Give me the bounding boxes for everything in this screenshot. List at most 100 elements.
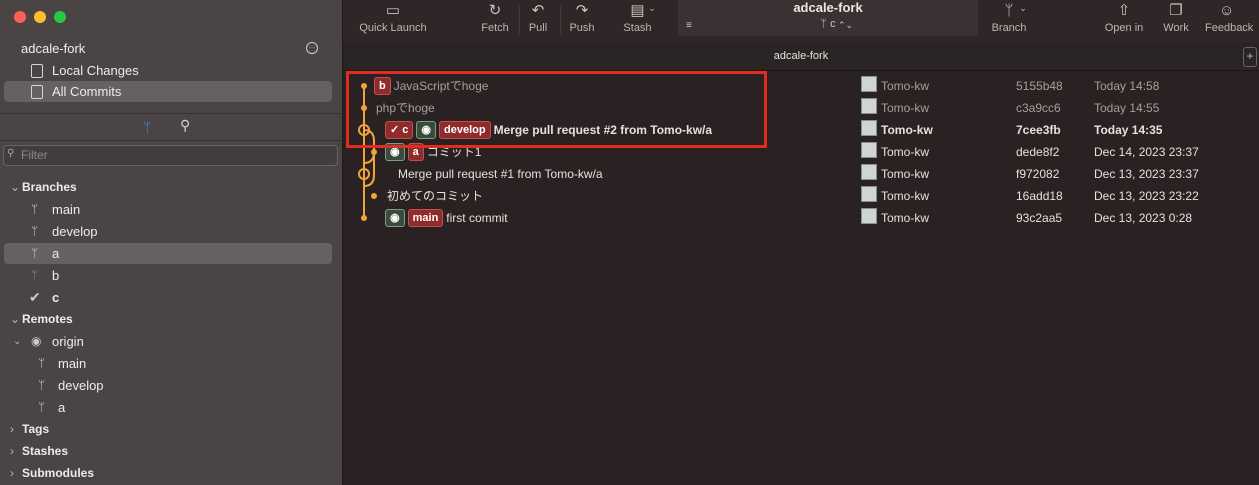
- commit-row[interactable]: ◉ main first commit Tomo-kw 93c2aa5 Dec 13…: [343, 207, 1259, 229]
- fetch-icon: ↻: [488, 2, 502, 19]
- document-icon: [31, 64, 43, 78]
- commit-author: Tomo-kw: [881, 189, 930, 203]
- branch-develop[interactable]: ᛘ develop: [4, 221, 332, 242]
- filter-input[interactable]: ⚲ Filter: [3, 145, 338, 166]
- section-submodules[interactable]: › Submodules: [10, 466, 94, 480]
- quick-launch-button[interactable]: ▭ Quick Launch: [357, 0, 429, 34]
- toolbar-label: Open in: [1104, 22, 1144, 34]
- section-label: Remotes: [22, 312, 73, 326]
- branch-a[interactable]: ᛘa: [4, 243, 332, 264]
- branch-main[interactable]: ᛘ main: [4, 199, 332, 220]
- branch-icon: ᛘ: [38, 400, 46, 414]
- branch-label: a: [58, 400, 66, 415]
- repo-name: adcale-fork: [21, 41, 86, 56]
- nav-local-changes[interactable]: Local Changes: [4, 60, 332, 81]
- feedback-button[interactable]: ☺ Feedback: [1205, 0, 1259, 34]
- ellipsis-icon[interactable]: ···: [306, 42, 318, 54]
- commit-sha: f972082: [1016, 167, 1060, 181]
- stack-icon: [31, 85, 43, 99]
- branch-c[interactable]: ✔ c: [4, 287, 332, 308]
- commit-sha: dede8f2: [1016, 145, 1060, 159]
- section-label: Tags: [22, 422, 50, 436]
- folder-icon: ▭: [385, 2, 401, 19]
- branch-label: develop: [52, 224, 98, 239]
- branch-label: main: [52, 202, 81, 217]
- minimize-window-button[interactable]: [34, 11, 46, 23]
- chevron-down-icon: ⌄: [648, 3, 656, 13]
- work-button[interactable]: ❐ Work: [1159, 0, 1193, 34]
- github-icon: ◉: [385, 209, 405, 227]
- branch-label: main: [58, 356, 87, 371]
- branch-menu-button[interactable]: ⌄: [1017, 2, 1029, 14]
- nav-label: Local Changes: [52, 63, 139, 78]
- avatar: [861, 186, 877, 202]
- repository-title-box[interactable]: ≡ adcale-fork ᛘ c ⌃⌄: [678, 0, 978, 36]
- stash-menu-button[interactable]: ⌄: [646, 2, 658, 14]
- chevron-right-icon: ›: [10, 422, 14, 436]
- commit-row[interactable]: 初めてのコミット Tomo-kw 16add18 Dec 13, 2023 23…: [343, 185, 1259, 207]
- commit-message: 初めてのコミット: [387, 189, 484, 203]
- filter-placeholder: Filter: [21, 148, 48, 162]
- commit-author: Tomo-kw: [881, 79, 930, 93]
- commit-row[interactable]: Merge pull request #1 from Tomo-kw/a Tom…: [343, 163, 1259, 185]
- commit-author: Tomo-kw: [881, 123, 933, 137]
- avatar: [861, 208, 877, 224]
- tab-repo[interactable]: adcale-fork: [343, 50, 1259, 62]
- commit-author: Tomo-kw: [881, 145, 930, 159]
- section-remotes[interactable]: ⌄ Remotes: [10, 312, 73, 326]
- pull-icon: ↶: [531, 2, 545, 19]
- commit-date: Dec 13, 2023 23:37: [1094, 167, 1199, 181]
- remote-label: origin: [52, 334, 84, 349]
- avatar: [861, 120, 877, 136]
- nav-label: All Commits: [52, 84, 122, 99]
- divider: [0, 113, 342, 114]
- toolbar-label: Quick Launch: [359, 22, 427, 34]
- section-label: Submodules: [22, 466, 95, 480]
- branch-icon[interactable]: ᛘ: [143, 119, 151, 135]
- close-window-button[interactable]: [14, 11, 26, 23]
- remote-branch-a[interactable]: ᛘa: [4, 397, 332, 418]
- branch-tag-main[interactable]: main: [407, 209, 444, 227]
- new-tab-button[interactable]: +: [1243, 47, 1257, 67]
- remote-branch-main[interactable]: ᛘ main: [4, 353, 332, 374]
- commit-date: Dec 14, 2023 23:37: [1094, 145, 1199, 159]
- toolbar-label: Stash: [623, 22, 652, 34]
- branch-label: b: [52, 268, 60, 283]
- branch-icon: ᛘ: [31, 202, 39, 216]
- avatar: [861, 142, 877, 158]
- branch-label: a: [52, 246, 60, 261]
- remote-origin[interactable]: ⌄ ◉ origin: [4, 331, 332, 352]
- share-icon: ⇧: [1117, 2, 1131, 19]
- remote-branch-develop[interactable]: ᛘ develop: [4, 375, 332, 396]
- toolbar-label: Push: [569, 22, 595, 34]
- open-in-button[interactable]: ⇧ Open in: [1101, 0, 1147, 34]
- push-button[interactable]: ↷ Push: [567, 0, 597, 34]
- commit-author: Tomo-kw: [881, 211, 930, 225]
- commit-date: Today 14:58: [1094, 79, 1160, 93]
- commit-date: Today 14:55: [1094, 101, 1160, 115]
- branch-icon: ᛘ: [31, 246, 39, 260]
- avatar: [861, 98, 877, 114]
- toolbar-label: Branch: [991, 22, 1027, 34]
- pull-button[interactable]: ↶ Pull: [523, 0, 553, 34]
- nav-all-commits[interactable]: All Commits: [4, 81, 332, 102]
- fetch-button[interactable]: ↻ Fetch: [475, 0, 515, 34]
- search-icon[interactable]: ⚲: [180, 117, 190, 134]
- section-tags[interactable]: › Tags: [10, 422, 49, 436]
- smiley-icon: ☺: [1219, 2, 1235, 19]
- chevron-right-icon: ›: [10, 444, 14, 458]
- commit-author: Tomo-kw: [881, 167, 930, 181]
- search-icon: ⚲: [7, 148, 15, 159]
- section-stashes[interactable]: › Stashes: [10, 444, 68, 458]
- toolbar: ▭ Quick Launch ↻ Fetch ↶ Pull ↷ Push ▤ Stash …: [343, 0, 1259, 42]
- push-icon: ↷: [575, 2, 589, 19]
- branch-icon: ᛘ: [31, 224, 39, 238]
- avatar: [861, 164, 877, 180]
- zoom-window-button[interactable]: [54, 11, 66, 23]
- repo-title: adcale-fork: [793, 0, 863, 15]
- commit-date: Dec 13, 2023 0:28: [1094, 211, 1193, 225]
- chevron-right-icon: ›: [10, 466, 14, 480]
- windows-icon: ❐: [1169, 2, 1183, 19]
- section-branches[interactable]: ⌄ Branches: [10, 180, 77, 194]
- branch-b[interactable]: ᛘb: [4, 265, 332, 286]
